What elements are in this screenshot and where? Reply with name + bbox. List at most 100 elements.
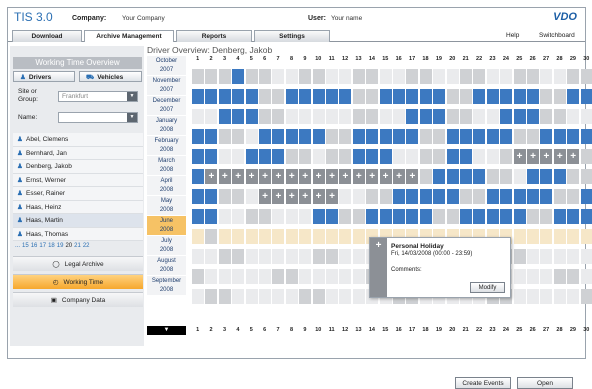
weekend-cell[interactable] [218, 249, 231, 264]
weekend-cell[interactable] [473, 189, 486, 204]
page-link[interactable]: 21 [74, 243, 81, 249]
weekend-cell[interactable] [352, 89, 365, 104]
weekend-cell[interactable] [218, 129, 231, 144]
empty-day-cell[interactable] [446, 69, 459, 84]
work-day-cell[interactable] [527, 89, 539, 104]
empty-day-cell[interactable] [393, 109, 405, 124]
weekend-cell[interactable] [299, 289, 312, 304]
weekend-cell[interactable] [500, 169, 513, 184]
empty-day-cell[interactable] [205, 109, 218, 124]
empty-day-cell[interactable] [527, 269, 539, 284]
weekend-cell[interactable] [460, 89, 472, 104]
planned-day-cell[interactable] [285, 229, 298, 244]
work-day-cell[interactable] [205, 129, 218, 144]
tab-vehicles[interactable]: ⛟ Vehicles [79, 71, 142, 82]
weekend-cell[interactable] [218, 69, 231, 84]
work-day-cell[interactable] [419, 89, 432, 104]
empty-day-cell[interactable] [580, 109, 592, 124]
empty-day-cell[interactable] [272, 69, 285, 84]
empty-day-cell[interactable] [326, 69, 338, 84]
weekend-cell[interactable] [352, 209, 365, 224]
empty-day-cell[interactable] [299, 109, 312, 124]
driver-row[interactable]: ♟ Bernhard, Jan [13, 146, 143, 160]
weekend-cell[interactable] [527, 69, 539, 84]
weekend-cell[interactable] [339, 149, 352, 164]
holiday-cell[interactable]: + [339, 169, 352, 184]
holiday-cell[interactable]: + [312, 169, 325, 184]
work-day-cell[interactable] [245, 109, 258, 124]
work-day-cell[interactable] [352, 149, 365, 164]
work-day-cell[interactable] [580, 209, 592, 224]
planned-day-cell[interactable] [218, 229, 231, 244]
empty-day-cell[interactable] [299, 249, 312, 264]
holiday-cell[interactable]: + [285, 189, 298, 204]
weekend-cell[interactable] [366, 69, 379, 84]
work-day-cell[interactable] [500, 109, 513, 124]
weekend-cell[interactable] [312, 69, 325, 84]
empty-day-cell[interactable] [527, 289, 539, 304]
empty-day-cell[interactable] [339, 109, 352, 124]
empty-day-cell[interactable] [285, 109, 298, 124]
work-day-cell[interactable] [366, 129, 379, 144]
work-day-cell[interactable] [460, 129, 472, 144]
page-link[interactable]: 20 [65, 243, 72, 249]
holiday-cell[interactable]: + [299, 169, 312, 184]
weekend-cell[interactable] [285, 269, 298, 284]
weekend-cell[interactable] [580, 169, 592, 184]
work-day-cell[interactable] [406, 89, 419, 104]
empty-day-cell[interactable] [285, 69, 298, 84]
work-day-cell[interactable] [406, 109, 419, 124]
work-day-cell[interactable] [326, 89, 338, 104]
weekend-cell[interactable] [433, 129, 446, 144]
weekend-cell[interactable] [567, 269, 580, 284]
holiday-cell[interactable]: + [406, 169, 419, 184]
weekend-cell[interactable] [326, 149, 338, 164]
empty-day-cell[interactable] [245, 189, 258, 204]
weekend-cell[interactable] [473, 69, 486, 84]
holiday-cell[interactable]: + [272, 189, 285, 204]
empty-day-cell[interactable] [272, 209, 285, 224]
planned-day-cell[interactable] [299, 229, 312, 244]
empty-day-cell[interactable] [285, 209, 298, 224]
page-link[interactable]: 16 [31, 243, 38, 249]
weekend-cell[interactable] [500, 149, 513, 164]
modify-button[interactable]: Modify [470, 282, 505, 293]
weekend-cell[interactable] [486, 169, 499, 184]
work-day-cell[interactable] [446, 149, 459, 164]
empty-day-cell[interactable] [540, 269, 553, 284]
driver-row[interactable]: ♟ Ernst, Werner [13, 173, 143, 187]
empty-day-cell[interactable] [339, 269, 352, 284]
holiday-cell[interactable]: + [326, 169, 338, 184]
work-day-cell[interactable] [366, 209, 379, 224]
work-day-cell[interactable] [205, 209, 218, 224]
holiday-cell[interactable]: + [259, 169, 271, 184]
work-day-cell[interactable] [312, 89, 325, 104]
work-day-cell[interactable] [446, 169, 459, 184]
empty-day-cell[interactable] [326, 269, 338, 284]
empty-day-cell[interactable] [339, 289, 352, 304]
weekend-cell[interactable] [259, 109, 271, 124]
driver-row[interactable]: ♟ Denberg, Jakob [13, 160, 143, 174]
scroll-down-button[interactable]: ▼ [147, 326, 186, 335]
work-day-cell[interactable] [500, 129, 513, 144]
weekend-cell[interactable] [513, 249, 526, 264]
empty-day-cell[interactable] [486, 69, 499, 84]
weekend-cell[interactable] [299, 69, 312, 84]
planned-day-cell[interactable] [272, 229, 285, 244]
work-day-cell[interactable] [513, 89, 526, 104]
tab-archive-management[interactable]: Archive Management [84, 30, 174, 42]
weekend-cell[interactable] [540, 109, 553, 124]
empty-day-cell[interactable] [339, 69, 352, 84]
work-day-cell[interactable] [379, 89, 392, 104]
work-day-cell[interactable] [259, 149, 271, 164]
weekend-cell[interactable] [527, 209, 539, 224]
work-day-cell[interactable] [540, 129, 553, 144]
page-link[interactable]: 17 [39, 243, 46, 249]
weekend-cell[interactable] [460, 189, 472, 204]
work-day-cell[interactable] [473, 129, 486, 144]
empty-day-cell[interactable] [393, 149, 405, 164]
empty-day-cell[interactable] [285, 289, 298, 304]
empty-day-cell[interactable] [352, 189, 365, 204]
work-day-cell[interactable] [486, 129, 499, 144]
weekend-cell[interactable] [446, 109, 459, 124]
